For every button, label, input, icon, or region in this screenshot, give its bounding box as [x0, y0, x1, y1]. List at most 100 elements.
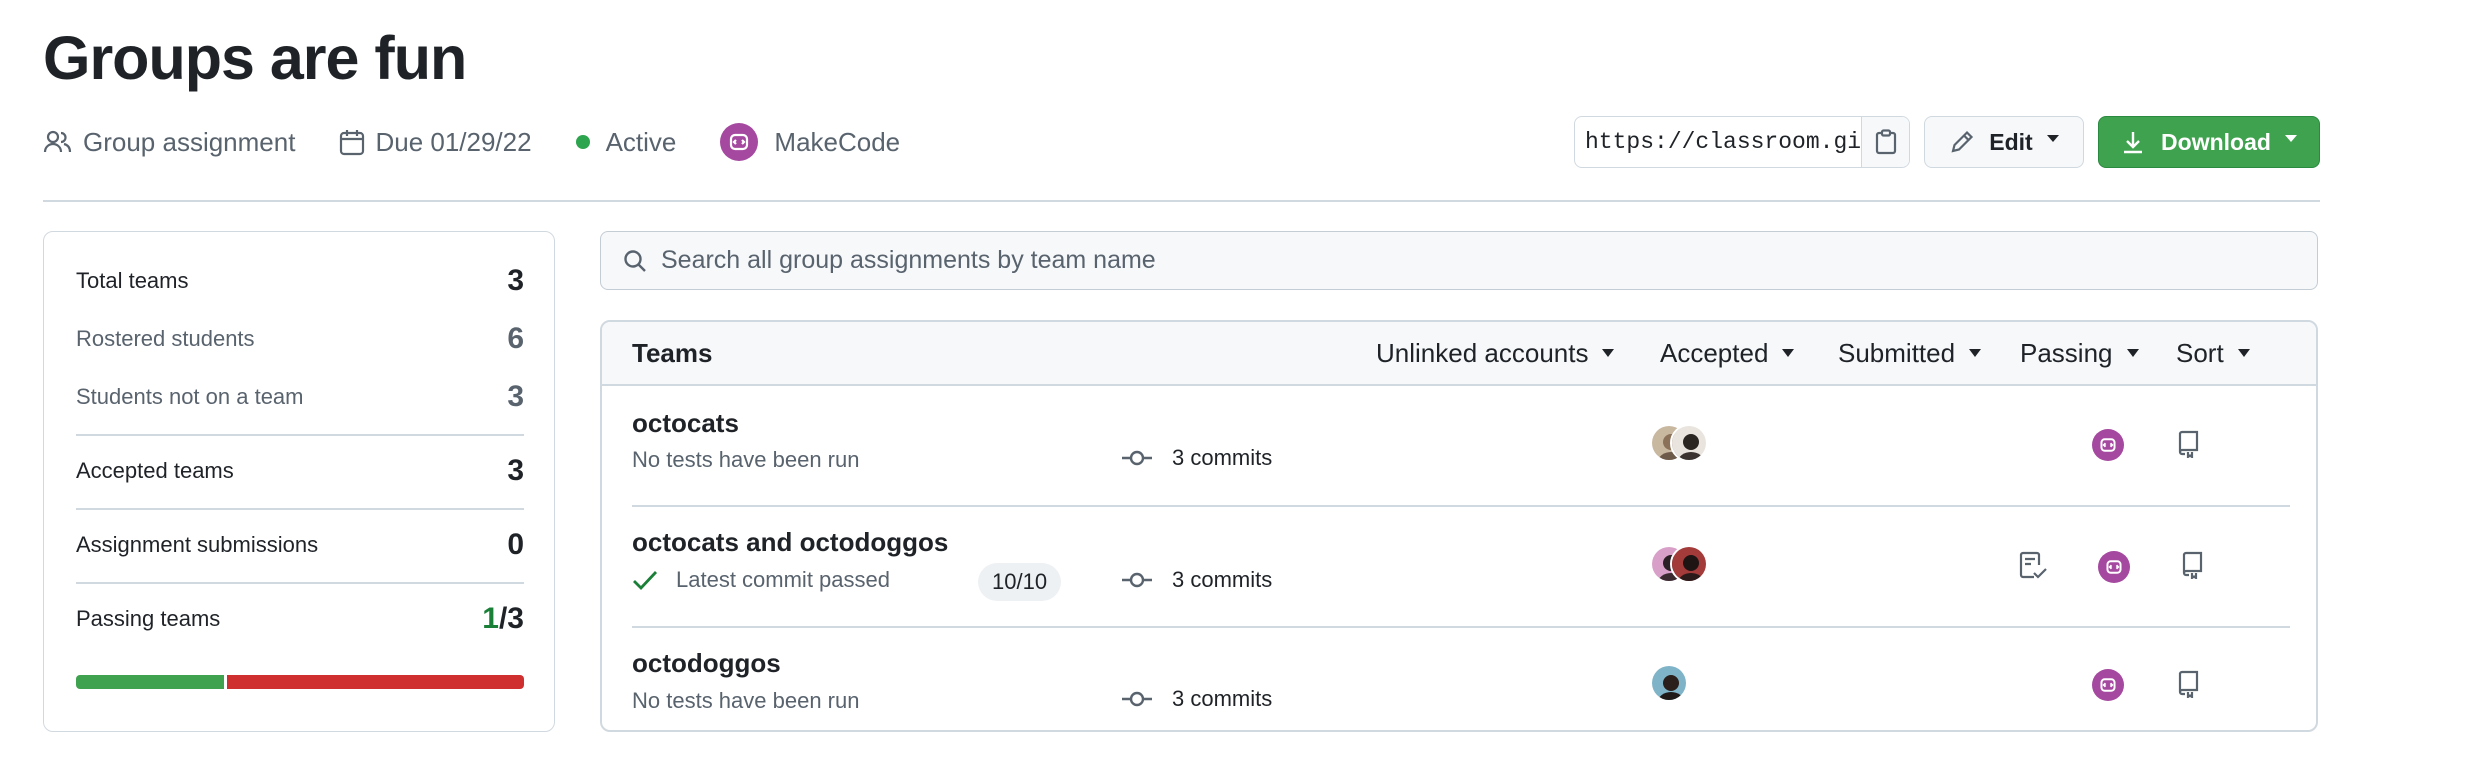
team-name-link[interactable]: octodoggos: [632, 648, 781, 679]
assignment-type-label: Group assignment: [83, 126, 296, 157]
test-status-label: Latest commit passed: [676, 567, 890, 592]
team-commits[interactable]: 3 commits: [1122, 686, 1272, 712]
search-icon: [623, 249, 647, 273]
avatar[interactable]: [1670, 424, 1708, 462]
commits-count: 3 commits: [1172, 445, 1273, 470]
commit-icon: [1122, 571, 1152, 589]
team-avatars[interactable]: [1650, 545, 1708, 583]
stat-value: 3: [507, 264, 524, 297]
stat-value: 6: [507, 322, 524, 355]
chevron-down-icon: [1782, 349, 1795, 357]
chevron-down-icon: [1602, 349, 1615, 357]
editor-label: MakeCode: [774, 126, 901, 157]
passing-total: /3: [498, 602, 524, 635]
team-test-status: No tests have been run: [632, 688, 860, 713]
filter-label: Submitted: [1838, 337, 1956, 368]
stat-submissions: Assignment submissions 0: [76, 528, 524, 562]
calendar-icon: [339, 128, 365, 156]
team-test-status: Latest commit passed: [632, 567, 890, 593]
chevron-down-icon: [2237, 349, 2250, 357]
team-commits[interactable]: 3 commits: [1122, 567, 1272, 593]
stat-rostered-students: Rostered students 6: [76, 322, 524, 356]
stat-passing-teams: Passing teams 1/3: [76, 602, 524, 636]
clone-url-input[interactable]: https://classroom.github.com/a/groups-ar…: [1575, 117, 1861, 167]
filter-submitted[interactable]: Submitted: [1838, 337, 1982, 369]
team-name-link[interactable]: octocats: [632, 408, 739, 439]
stat-value: 0: [507, 528, 524, 561]
passing-count: 1: [482, 602, 499, 635]
makecode-icon[interactable]: [2092, 669, 2124, 701]
progress-failing-segment: [227, 675, 524, 689]
filter-unlinked-accounts[interactable]: Unlinked accounts: [1376, 338, 1615, 369]
team-name-link[interactable]: octocats and octodoggos: [632, 527, 948, 558]
edit-button[interactable]: Edit: [1924, 116, 2084, 168]
team-avatars[interactable]: [1650, 424, 1708, 462]
edit-button-label: Edit: [1989, 128, 2033, 155]
score-badge: 10/10: [978, 563, 1062, 601]
stat-total-teams: Total teams 3: [76, 264, 524, 298]
makecode-icon: [720, 123, 759, 161]
team-commits[interactable]: 3 commits: [1122, 445, 1272, 471]
filter-label: Accepted: [1660, 337, 1769, 368]
passing-progress-bar: [76, 675, 524, 689]
team-test-status: No tests have been run: [632, 447, 860, 472]
stat-label: Total teams: [76, 268, 189, 293]
download-icon: [2121, 129, 2145, 155]
chevron-down-icon: [2046, 134, 2059, 142]
avatar[interactable]: [1650, 664, 1688, 702]
repo-icon[interactable]: [2180, 551, 2204, 579]
status-label: Active: [605, 126, 677, 157]
commits-count: 3 commits: [1172, 686, 1273, 711]
copy-button[interactable]: [1861, 117, 1909, 167]
status: Active: [575, 126, 677, 158]
stat-label: Passing teams: [76, 606, 221, 631]
repo-icon[interactable]: [2176, 430, 2200, 458]
sort-dropdown[interactable]: Sort: [2176, 338, 2250, 369]
team-row: octodoggos No tests have been run 3 comm…: [602, 628, 2316, 730]
commit-icon: [1122, 690, 1152, 708]
stat-divider: [76, 434, 524, 436]
repo-icon[interactable]: [2176, 670, 2200, 698]
stat-label: Rostered students: [76, 326, 255, 351]
stat-divider: [76, 508, 524, 510]
check-icon: [632, 569, 658, 591]
chevron-down-icon: [1969, 349, 1982, 357]
teams-table-header: Teams Unlinked accounts Accepted Submitt…: [602, 322, 2316, 386]
teams-table-title: Teams: [632, 337, 713, 368]
team-row: octocats No tests have been run 3 commit…: [602, 386, 2316, 505]
header-divider: [43, 200, 2320, 202]
due-date-label: Due 01/29/22: [375, 126, 532, 157]
avatar[interactable]: [1670, 545, 1708, 583]
chevron-down-icon: [2284, 134, 2297, 142]
stat-not-on-team: Students not on a team 3: [76, 380, 524, 414]
filter-passing[interactable]: Passing: [2020, 338, 2139, 369]
status-dot-icon: [575, 135, 590, 149]
pencil-icon: [1949, 129, 1975, 155]
commits-count: 3 commits: [1172, 567, 1273, 592]
stats-panel: Total teams 3 Rostered students 6 Studen…: [43, 231, 555, 732]
commit-icon: [1122, 449, 1152, 467]
stat-label: Accepted teams: [76, 458, 234, 483]
makecode-icon[interactable]: [2098, 551, 2130, 583]
team-avatars[interactable]: [1650, 664, 1688, 702]
team-row: octocats and octodoggos Latest commit pa…: [602, 507, 2316, 626]
stat-value: 3: [507, 454, 524, 487]
people-icon: [43, 129, 73, 155]
stat-label: Assignment submissions: [76, 532, 319, 557]
download-button[interactable]: Download: [2098, 116, 2320, 168]
clipboard-icon: [1875, 129, 1897, 155]
team-search-input[interactable]: Search all group assignments by team nam…: [600, 231, 2318, 290]
progress-passing-segment: [76, 675, 224, 689]
stat-accepted-teams: Accepted teams 3: [76, 454, 524, 488]
assignment-meta: Group assignment Due 01/29/22 Active Mak…: [43, 118, 944, 166]
stat-divider: [76, 582, 524, 584]
download-button-label: Download: [2161, 128, 2271, 155]
filter-accepted[interactable]: Accepted: [1660, 337, 1795, 369]
search-placeholder: Search all group assignments by team nam…: [661, 246, 1156, 274]
makecode-icon[interactable]: [2092, 429, 2124, 461]
stat-value: 1/3: [482, 602, 524, 636]
checklist-icon[interactable]: [2018, 551, 2048, 581]
filter-label: Passing: [2020, 337, 2113, 368]
assignment-type: Group assignment: [43, 127, 295, 158]
filter-label: Sort: [2176, 337, 2224, 368]
